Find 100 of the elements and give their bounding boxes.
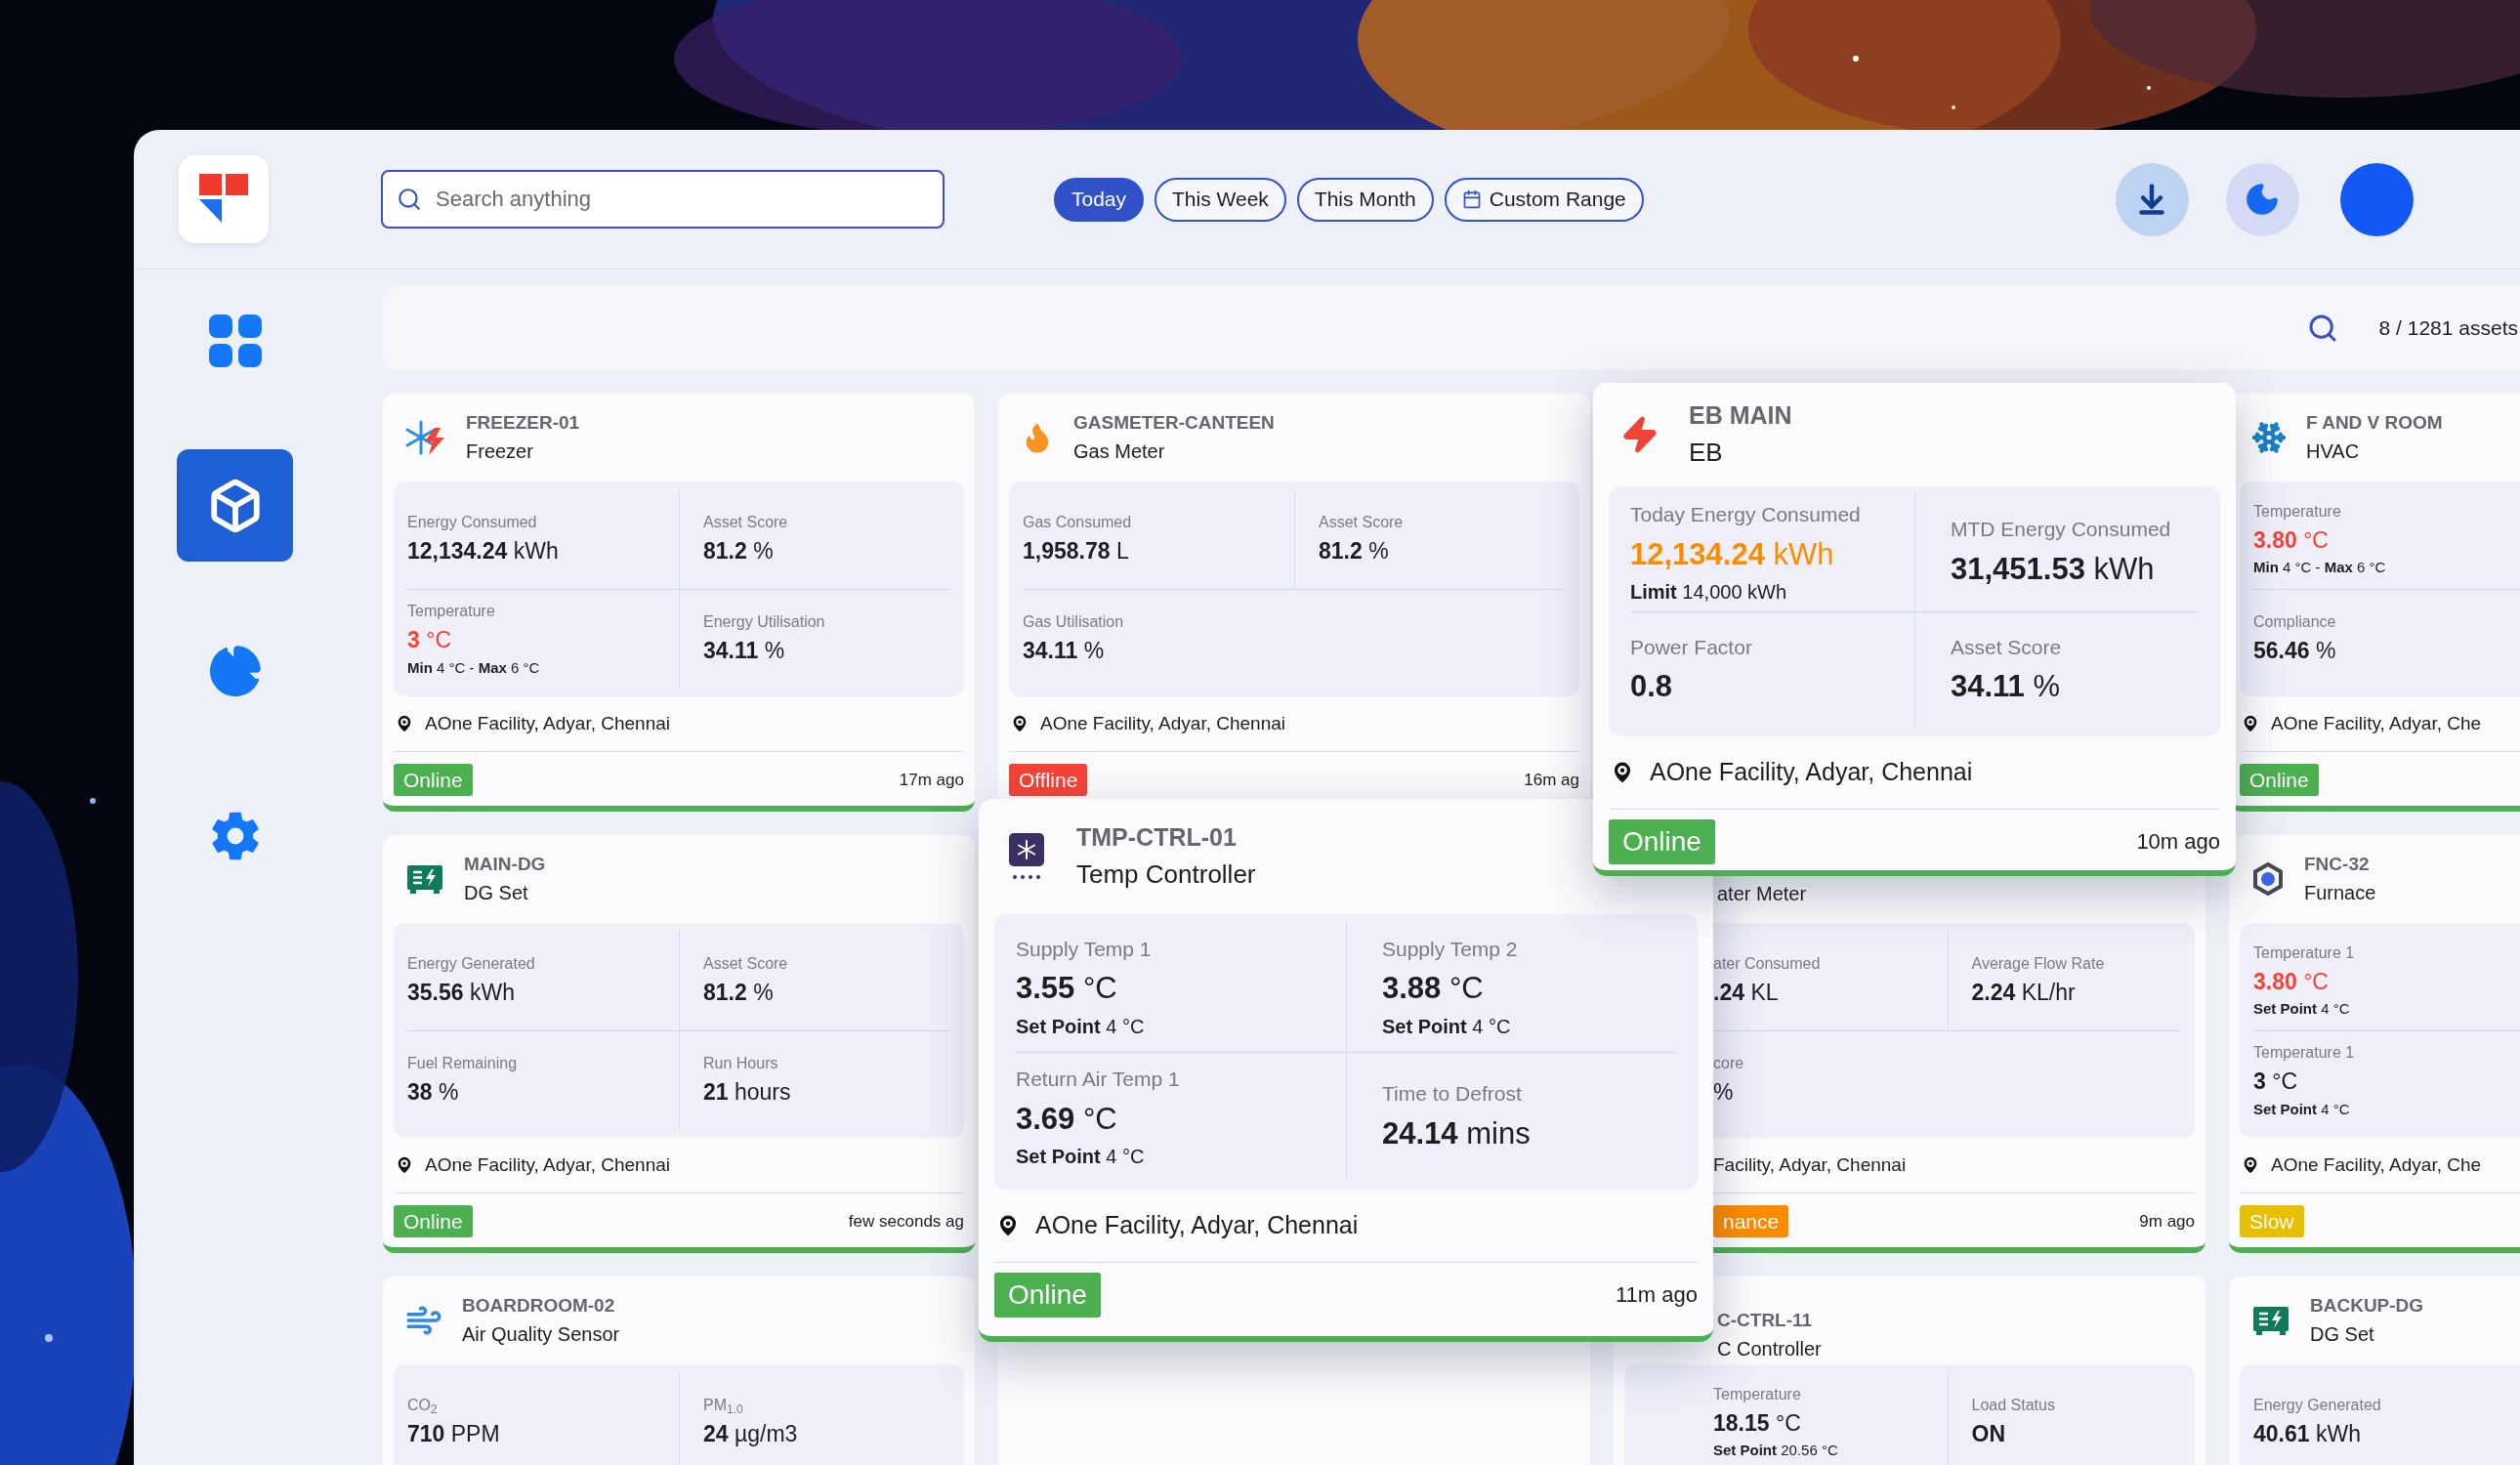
asset-name: MAIN-DG <box>464 852 546 876</box>
asset-card[interactable]: BOARDROOM-02 Air Quality Sensor CO$_{2}$ 710 PPM PM$_{1.0}$ 24 µg/m3 <box>383 1277 975 1465</box>
metric-value: 12,134.24 kWh <box>1630 535 1835 573</box>
asset-type: Gas Meter <box>1073 440 1166 465</box>
location-text: AOne Facility, Adyar, Chennai <box>1035 1210 1359 1241</box>
asset-detail-tooltip[interactable] <box>979 799 1713 1342</box>
asset-name: BOARDROOM-02 <box>462 1293 616 1318</box>
metric-value: 81.2 % <box>703 536 775 565</box>
status-badge: Online <box>1609 818 1715 864</box>
app-logo[interactable] <box>179 155 269 243</box>
asset-card[interactable]: FREEZER-01 Freezer Energy Consumed 12,134.24 kWh Asset Score 81.2 % Temperature 3 °C Min 4 °C - Max 6 °C Energy Utilisation 34.11 % AOne Facility, Adyar, Chennai Online 17m ago <box>383 394 975 812</box>
metric-value: 710 PPM <box>407 1419 501 1448</box>
status-badge: Online <box>394 1204 473 1238</box>
location-text: AOne Facility, Adyar, Chennai <box>425 711 670 735</box>
location-text: AOne Facility, Adyar, Che <box>2271 711 2482 735</box>
metric-label: Asset Score <box>1319 512 1405 532</box>
asset-type: ater Meter <box>1717 882 1807 906</box>
metric-value: 34.11 % <box>1951 668 2062 705</box>
asset-count: 8 / 1281 assets <box>2378 314 2518 341</box>
date-filter-chip[interactable]: This Week <box>1155 177 1286 222</box>
status-badge: Slow <box>2240 1204 2304 1238</box>
location-text: AOne Facility, Adyar, Chennai <box>425 1152 670 1177</box>
asset-name: F AND V ROOM <box>2306 410 2443 435</box>
metric-label: Load Status <box>1971 1395 2056 1415</box>
asset-type: DG Set <box>464 881 529 906</box>
last-updated: 17m ago <box>899 769 964 791</box>
location-text: AOne Facility, Adyar, Che <box>2271 1152 2482 1177</box>
metric-value: 34.11 % <box>703 637 786 666</box>
metric-note: Set Point 20.56 °C <box>1713 1441 1839 1460</box>
metric-label: Today Energy Consumed <box>1630 502 1862 527</box>
asset-type: Temp Controller <box>1076 858 1256 892</box>
asset-detail-tooltip[interactable]: EB MAIN EB Today Energy Consumed 12,134.24 kWh Limit 14,000 kWh MTD Energy Consumed 31,451.53 kWh Power Factor 0.8 Asset Score 34.11 % AOne Facility, Adyar, Chennai Online 10m ago <box>1593 383 2236 876</box>
asset-name: BACKUP-DG <box>2310 1293 2424 1318</box>
status-badge: Online <box>394 763 473 797</box>
calendar-icon <box>1461 189 1482 209</box>
asset-name: TMP-CTRL-01 <box>1076 821 1238 853</box>
status-badge: Online <box>2240 763 2319 797</box>
metric-note: Set Point 4 °C <box>1382 1014 1512 1039</box>
metric-note: Min 4 °C - Max 6 °C <box>407 657 541 678</box>
metric-label: Return Air Temp 1 <box>1016 1067 1181 1092</box>
metric-value: 3.80 °C <box>2253 525 2330 555</box>
metric-value: 3.88 °C <box>1382 970 1485 1007</box>
metric-value: 34.11 % <box>1023 637 1106 666</box>
last-updated: 16m ag <box>1524 769 1579 791</box>
metric-note: Set Point 4 °C <box>2253 1099 2351 1119</box>
metric-value: 38 % <box>407 1078 460 1108</box>
asset-type: Freezer <box>466 440 534 465</box>
asset-name: FNC-32 <box>2304 852 2371 876</box>
metric-label: Fuel Remaining <box>407 1054 519 1074</box>
metric-label: ater Consumed <box>1713 953 1822 974</box>
asset-card[interactable]: FNC-32 Furnace Temperature 1 3.80 °C Set Point 4 °C Temperature 1 3 °C Set Point 4 °C AOne Facility, Adyar, Che Slow <box>2229 835 2520 1253</box>
metric-note: Set Point 4 °C <box>2253 999 2351 1019</box>
metric-note: Limit 14,000 kWh <box>1630 580 1788 605</box>
asset-name: C-CTRL-11 <box>1717 1308 1814 1332</box>
metric-label: Average Flow Rate <box>1971 953 2106 974</box>
metric-value: ON <box>1971 1419 2006 1448</box>
metric-value: 31,451.53 kWh <box>1951 550 2156 588</box>
asset-card[interactable]: BACKUP-DG DG Set Energy Generated 40.61 kWh <box>2229 1277 2520 1465</box>
hexagon-icon <box>2251 862 2285 896</box>
metric-label: Gas Consumed <box>1023 512 1133 532</box>
asset-type: HVAC <box>2306 440 2361 465</box>
metric-value: .24 KL <box>1713 978 1780 1007</box>
metric-note: Set Point 4 °C <box>1016 1014 1146 1039</box>
location-text: AOne Facility, Adyar, Chennai <box>1650 757 1973 788</box>
metric-value: 3 °C <box>407 626 452 654</box>
status-badge: Offline <box>1009 763 1088 797</box>
metric-label: Temperature <box>2253 501 2342 522</box>
metric-label: Power Factor <box>1630 634 1753 660</box>
metric-value: 3.69 °C <box>1016 1100 1118 1138</box>
search-field[interactable]: Search anything <box>381 170 945 229</box>
metric-value: 3.80 °C <box>2253 967 2330 996</box>
metric-label: Temperature 1 <box>2253 1043 2356 1063</box>
metric-label: Energy Utilisation <box>703 612 826 633</box>
metric-value: 1,958.78 L <box>1023 536 1130 565</box>
metric-label: Asset Score <box>1951 634 2063 660</box>
metric-label: Compliance <box>2253 612 2337 633</box>
sidebar-item[interactable] <box>177 449 293 562</box>
location-text: Facility, Adyar, Chennai <box>1713 1152 1907 1177</box>
date-filter-chip[interactable]: Today <box>1054 177 1145 222</box>
metric-note: Set Point 4 °C <box>1016 1145 1146 1169</box>
metric-value: 3.55 °C <box>1016 970 1118 1007</box>
metric-value: 2.24 KL/hr <box>1971 978 2077 1007</box>
asset-card[interactable]: MAIN-DG DG Set Energy Generated 35.56 kWh Asset Score 81.2 % Fuel Remaining 38 % Run Hours 21 hours AOne Facility, Adyar, Chennai Online few seconds ag <box>383 835 975 1253</box>
metric-label: Energy Consumed <box>407 512 538 532</box>
grid-icon <box>208 314 262 367</box>
metric-label: MTD Energy Consumed <box>1951 517 2172 542</box>
metric-label: Temperature <box>1713 1384 1802 1404</box>
metric-value: 24.14 mins <box>1382 1114 1532 1152</box>
date-filter-chip[interactable]: Custom Range <box>1444 177 1644 222</box>
generator-icon <box>2251 1304 2290 1337</box>
date-filter-chip[interactable]: This Month <box>1296 177 1434 222</box>
metric-label: Time to Defrost <box>1382 1081 1523 1107</box>
asset-type: EB <box>1689 437 1724 470</box>
metric-value: 81.2 % <box>703 978 775 1007</box>
metric-label: Run Hours <box>703 1054 779 1074</box>
thermostat-icon <box>1006 831 1047 882</box>
asset-type: Air Quality Sensor <box>462 1322 620 1348</box>
metric-value: 0.8 <box>1630 668 1674 705</box>
metric-label: CO$_{2}$ <box>407 1395 439 1417</box>
metric-label: Supply Temp 2 <box>1382 936 1519 962</box>
